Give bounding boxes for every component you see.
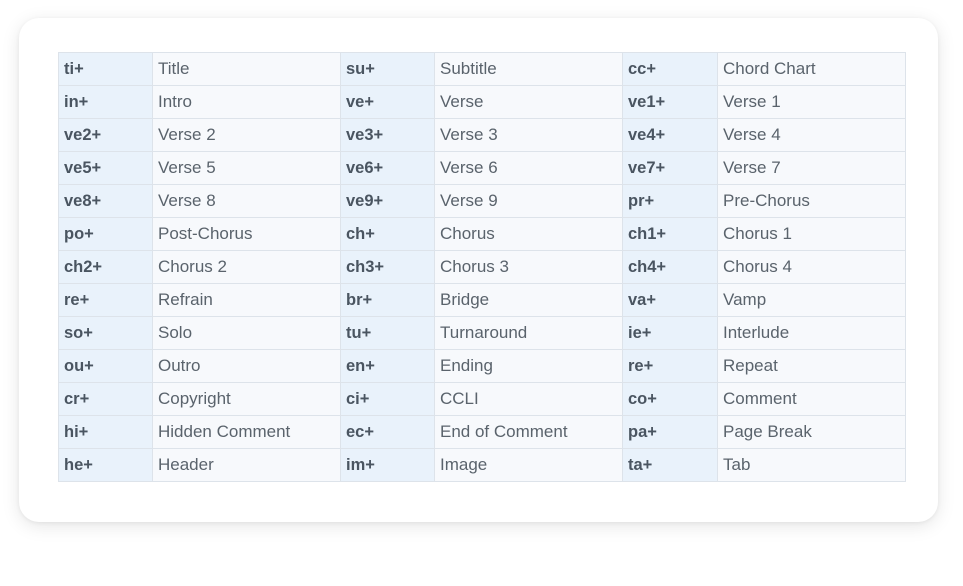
table-row: ve8+ Verse 8 ve9+ Verse 9 pr+ Pre-Chorus (58, 184, 906, 218)
section-name-cell: Image (434, 448, 623, 482)
section-name-cell: Solo (152, 316, 341, 350)
section-name-cell: Verse (434, 85, 623, 119)
section-name-cell: Refrain (152, 283, 341, 317)
section-name-cell: Title (152, 52, 341, 86)
shortcut-code-cell: ve6+ (340, 151, 435, 185)
section-name-cell: Verse 2 (152, 118, 341, 152)
section-name-cell: Bridge (434, 283, 623, 317)
section-name-cell: Verse 4 (717, 118, 906, 152)
section-name-cell: Tab (717, 448, 906, 482)
shortcut-code-cell: br+ (340, 283, 435, 317)
section-name-cell: Chorus 2 (152, 250, 341, 284)
shortcut-code-cell: ve7+ (622, 151, 718, 185)
shortcut-code-cell: ie+ (622, 316, 718, 350)
section-name-cell: Copyright (152, 382, 341, 416)
shortcut-code-cell: hi+ (58, 415, 153, 449)
shortcut-code-cell: ch3+ (340, 250, 435, 284)
shortcut-code-cell: va+ (622, 283, 718, 317)
section-name-cell: Post-Chorus (152, 217, 341, 251)
shortcut-code-cell: ci+ (340, 382, 435, 416)
shortcut-code-cell: ve+ (340, 85, 435, 119)
shortcut-code-cell: ve3+ (340, 118, 435, 152)
shortcut-code-cell: he+ (58, 448, 153, 482)
section-name-cell: Comment (717, 382, 906, 416)
shortcut-code-cell: ve9+ (340, 184, 435, 218)
section-name-cell: CCLI (434, 382, 623, 416)
shortcut-code-cell: ec+ (340, 415, 435, 449)
table-row: ve2+ Verse 2 ve3+ Verse 3 ve4+ Verse 4 (58, 118, 906, 152)
section-codes-table: ti+ Title su+ Subtitle cc+ Chord Chart in+ Intr… (58, 52, 906, 482)
table-row: cr+ Copyright ci+ CCLI co+ Comment (58, 382, 906, 416)
shortcut-code-cell: ta+ (622, 448, 718, 482)
section-name-cell: Chorus (434, 217, 623, 251)
shortcut-code-cell: en+ (340, 349, 435, 383)
table-row: hi+ Hidden Comment ec+ End of Comment pa+ Pag… (58, 415, 906, 449)
section-name-cell: Pre-Chorus (717, 184, 906, 218)
section-name-cell: Verse 5 (152, 151, 341, 185)
section-name-cell: Hidden Comment (152, 415, 341, 449)
section-name-cell: Verse 7 (717, 151, 906, 185)
shortcut-code-cell: ve1+ (622, 85, 718, 119)
shortcut-code-cell: su+ (340, 52, 435, 86)
table-row: in+ Intro ve+ Verse ve1+ Verse 1 (58, 85, 906, 119)
shortcut-code-cell: re+ (58, 283, 153, 317)
section-name-cell: Page Break (717, 415, 906, 449)
section-name-cell: Turnaround (434, 316, 623, 350)
shortcut-code-cell: ve8+ (58, 184, 153, 218)
section-name-cell: Outro (152, 349, 341, 383)
section-name-cell: Interlude (717, 316, 906, 350)
section-name-cell: Chorus 4 (717, 250, 906, 284)
table-row: ti+ Title su+ Subtitle cc+ Chord Chart (58, 52, 906, 86)
shortcut-code-cell: ch4+ (622, 250, 718, 284)
shortcut-code-cell: ve4+ (622, 118, 718, 152)
section-name-cell: Ending (434, 349, 623, 383)
shortcut-code-cell: po+ (58, 217, 153, 251)
section-name-cell: Intro (152, 85, 341, 119)
table-row: so+ Solo tu+ Turnaround ie+ Interlude (58, 316, 906, 350)
section-name-cell: End of Comment (434, 415, 623, 449)
section-name-cell: Repeat (717, 349, 906, 383)
section-name-cell: Chorus 1 (717, 217, 906, 251)
section-name-cell: Verse 9 (434, 184, 623, 218)
section-name-cell: Header (152, 448, 341, 482)
shortcut-code-cell: in+ (58, 85, 153, 119)
section-name-cell: Subtitle (434, 52, 623, 86)
section-name-cell: Chord Chart (717, 52, 906, 86)
shortcut-code-cell: pa+ (622, 415, 718, 449)
shortcut-code-cell: co+ (622, 382, 718, 416)
shortcut-code-cell: ou+ (58, 349, 153, 383)
shortcut-code-cell: re+ (622, 349, 718, 383)
codes-table-body: ti+ Title su+ Subtitle cc+ Chord Chart in+ Intr… (58, 52, 906, 482)
table-row: po+ Post-Chorus ch+ Chorus ch1+ Chorus 1 (58, 217, 906, 251)
section-name-cell: Vamp (717, 283, 906, 317)
section-name-cell: Verse 6 (434, 151, 623, 185)
table-row: ou+ Outro en+ Ending re+ Repeat (58, 349, 906, 383)
shortcut-code-cell: so+ (58, 316, 153, 350)
table-row: he+ Header im+ Image ta+ Tab (58, 448, 906, 482)
section-name-cell: Verse 8 (152, 184, 341, 218)
section-name-cell: Verse 1 (717, 85, 906, 119)
shortcut-code-cell: ti+ (58, 52, 153, 86)
section-name-cell: Verse 3 (434, 118, 623, 152)
shortcut-code-cell: ch+ (340, 217, 435, 251)
shortcut-code-cell: pr+ (622, 184, 718, 218)
table-row: re+ Refrain br+ Bridge va+ Vamp (58, 283, 906, 317)
shortcut-code-cell: ch2+ (58, 250, 153, 284)
shortcut-code-cell: im+ (340, 448, 435, 482)
table-row: ve5+ Verse 5 ve6+ Verse 6 ve7+ Verse 7 (58, 151, 906, 185)
section-name-cell: Chorus 3 (434, 250, 623, 284)
shortcut-code-cell: cc+ (622, 52, 718, 86)
shortcut-code-cell: ch1+ (622, 217, 718, 251)
table-row: ch2+ Chorus 2 ch3+ Chorus 3 ch4+ Chorus 4 (58, 250, 906, 284)
shortcut-code-cell: ve2+ (58, 118, 153, 152)
shortcut-code-cell: tu+ (340, 316, 435, 350)
shortcut-code-cell: ve5+ (58, 151, 153, 185)
shortcut-code-cell: cr+ (58, 382, 153, 416)
